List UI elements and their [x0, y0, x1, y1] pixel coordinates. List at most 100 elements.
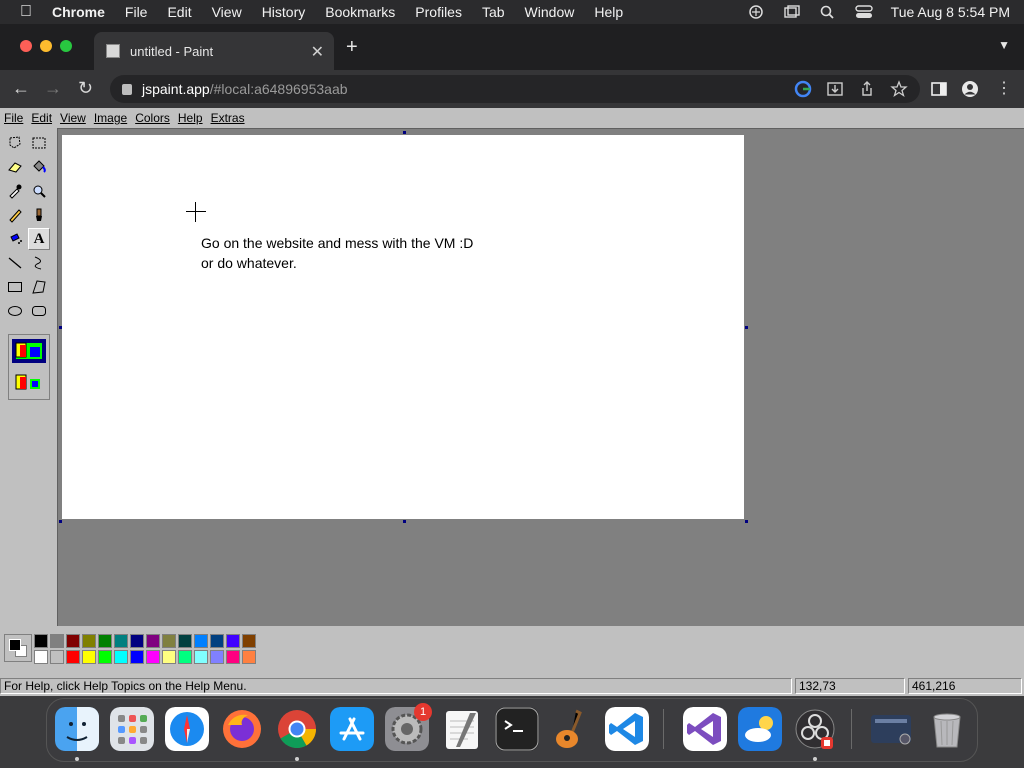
palette-swatch[interactable] [226, 634, 240, 648]
color-picker-icon[interactable] [4, 180, 26, 202]
brush-icon[interactable] [28, 204, 50, 226]
menubar-file[interactable]: File [125, 4, 148, 20]
minimize-window-button[interactable] [40, 40, 52, 52]
palette-swatch[interactable] [82, 634, 96, 648]
palette-swatch[interactable] [98, 634, 112, 648]
paint-menu-view[interactable]: View [60, 111, 86, 125]
trash-icon[interactable] [925, 707, 969, 751]
palette-swatch[interactable] [66, 634, 80, 648]
palette-swatch[interactable] [82, 650, 96, 664]
terminal-icon[interactable] [495, 707, 539, 751]
magnifier-icon[interactable] [28, 180, 50, 202]
side-panel-icon[interactable] [930, 80, 948, 98]
palette-swatch[interactable] [34, 634, 48, 648]
menubar-edit[interactable]: Edit [167, 4, 191, 20]
palette-swatch[interactable] [242, 650, 256, 664]
paint-menu-colors[interactable]: Colors [135, 111, 170, 125]
menubar-history[interactable]: History [262, 4, 306, 20]
palette-swatch[interactable] [146, 634, 160, 648]
share-icon[interactable] [858, 80, 876, 98]
paint-menu-image[interactable]: Image [94, 111, 127, 125]
menubar-app-name[interactable]: Chrome [52, 4, 105, 20]
palette-swatch[interactable] [146, 650, 160, 664]
menubar-profiles[interactable]: Profiles [415, 4, 462, 20]
palette-swatch[interactable] [178, 634, 192, 648]
menubar-help[interactable]: Help [594, 4, 623, 20]
ellipse-icon[interactable] [4, 300, 26, 322]
drawing-canvas[interactable]: Go on the website and mess with the VM :… [62, 135, 744, 519]
palette-swatch[interactable] [130, 650, 144, 664]
launchpad-icon[interactable] [110, 707, 154, 751]
menubar-clock[interactable]: Tue Aug 8 5:54 PM [891, 4, 1010, 20]
palette-swatch[interactable] [50, 634, 64, 648]
fill-bucket-icon[interactable] [28, 156, 50, 178]
palette-swatch[interactable] [210, 634, 224, 648]
menubar-bookmarks[interactable]: Bookmarks [325, 4, 395, 20]
menubar-view[interactable]: View [212, 4, 242, 20]
polygon-icon[interactable] [28, 276, 50, 298]
resize-handle-right[interactable] [745, 326, 748, 329]
tab-untitled-paint[interactable]: untitled - Paint ✕ [94, 32, 334, 70]
search-icon[interactable] [819, 5, 837, 19]
firefox-icon[interactable] [220, 707, 264, 751]
weather-icon[interactable] [738, 707, 782, 751]
google-lens-icon[interactable] [794, 80, 812, 98]
palette-swatch[interactable] [114, 634, 128, 648]
current-colors-display[interactable] [4, 634, 32, 662]
palette-swatch[interactable] [34, 650, 48, 664]
chevron-down-icon[interactable]: ▼ [998, 38, 1010, 52]
resize-handle-top[interactable] [403, 131, 406, 134]
rectangle-icon[interactable] [4, 276, 26, 298]
install-app-icon[interactable] [826, 80, 844, 98]
palette-swatch[interactable] [210, 650, 224, 664]
rect-select-icon[interactable] [28, 132, 50, 154]
palette-swatch[interactable] [50, 650, 64, 664]
eraser-icon[interactable] [4, 156, 26, 178]
menubar-window[interactable]: Window [525, 4, 575, 20]
resize-handle-bottom[interactable] [403, 520, 406, 523]
gpt-icon[interactable] [747, 5, 765, 19]
zoom-window-button[interactable] [60, 40, 72, 52]
paint-menu-extras[interactable]: Extras [211, 111, 245, 125]
finder-icon[interactable] [55, 707, 99, 751]
obs-icon[interactable] [793, 707, 837, 751]
palette-swatch[interactable] [130, 634, 144, 648]
palette-swatch[interactable] [194, 634, 208, 648]
line-icon[interactable] [4, 252, 26, 274]
transparent-background-icon[interactable] [12, 371, 46, 395]
palette-swatch[interactable] [162, 634, 176, 648]
resize-handle-corner[interactable] [745, 520, 748, 523]
paint-menu-file[interactable]: File [4, 111, 23, 125]
paint-menu-edit[interactable]: Edit [31, 111, 52, 125]
close-window-button[interactable] [20, 40, 32, 52]
reload-button[interactable]: ↻ [78, 78, 93, 99]
apple-menu-icon[interactable]:  [0, 3, 52, 21]
lock-icon[interactable] [122, 83, 132, 95]
chrome-icon[interactable] [275, 707, 319, 751]
palette-swatch[interactable] [178, 650, 192, 664]
profile-avatar-icon[interactable] [961, 80, 979, 98]
paint-menu-help[interactable]: Help [178, 111, 203, 125]
back-button[interactable]: ← [12, 78, 30, 99]
bookmark-star-icon[interactable] [890, 80, 908, 98]
opaque-background-icon[interactable] [12, 339, 46, 363]
free-form-select-icon[interactable] [4, 132, 26, 154]
garageband-icon[interactable] [550, 707, 594, 751]
safari-icon[interactable] [165, 707, 209, 751]
visual-studio-icon[interactable] [683, 707, 727, 751]
palette-swatch[interactable] [242, 634, 256, 648]
rounded-rectangle-icon[interactable] [28, 300, 50, 322]
vscode-icon[interactable] [605, 707, 649, 751]
palette-swatch[interactable] [114, 650, 128, 664]
curve-icon[interactable] [28, 252, 50, 274]
screenshot-thumbnail-icon[interactable] [869, 707, 913, 751]
chrome-menu-icon[interactable]: ⋮ [996, 78, 1012, 98]
control-center-icon[interactable] [854, 5, 873, 19]
palette-swatch[interactable] [98, 650, 112, 664]
menubar-tab[interactable]: Tab [482, 4, 505, 20]
close-tab-icon[interactable]: ✕ [311, 42, 324, 62]
textedit-icon[interactable] [440, 707, 484, 751]
palette-swatch[interactable] [162, 650, 176, 664]
palette-swatch[interactable] [226, 650, 240, 664]
forward-button[interactable]: → [44, 78, 62, 99]
